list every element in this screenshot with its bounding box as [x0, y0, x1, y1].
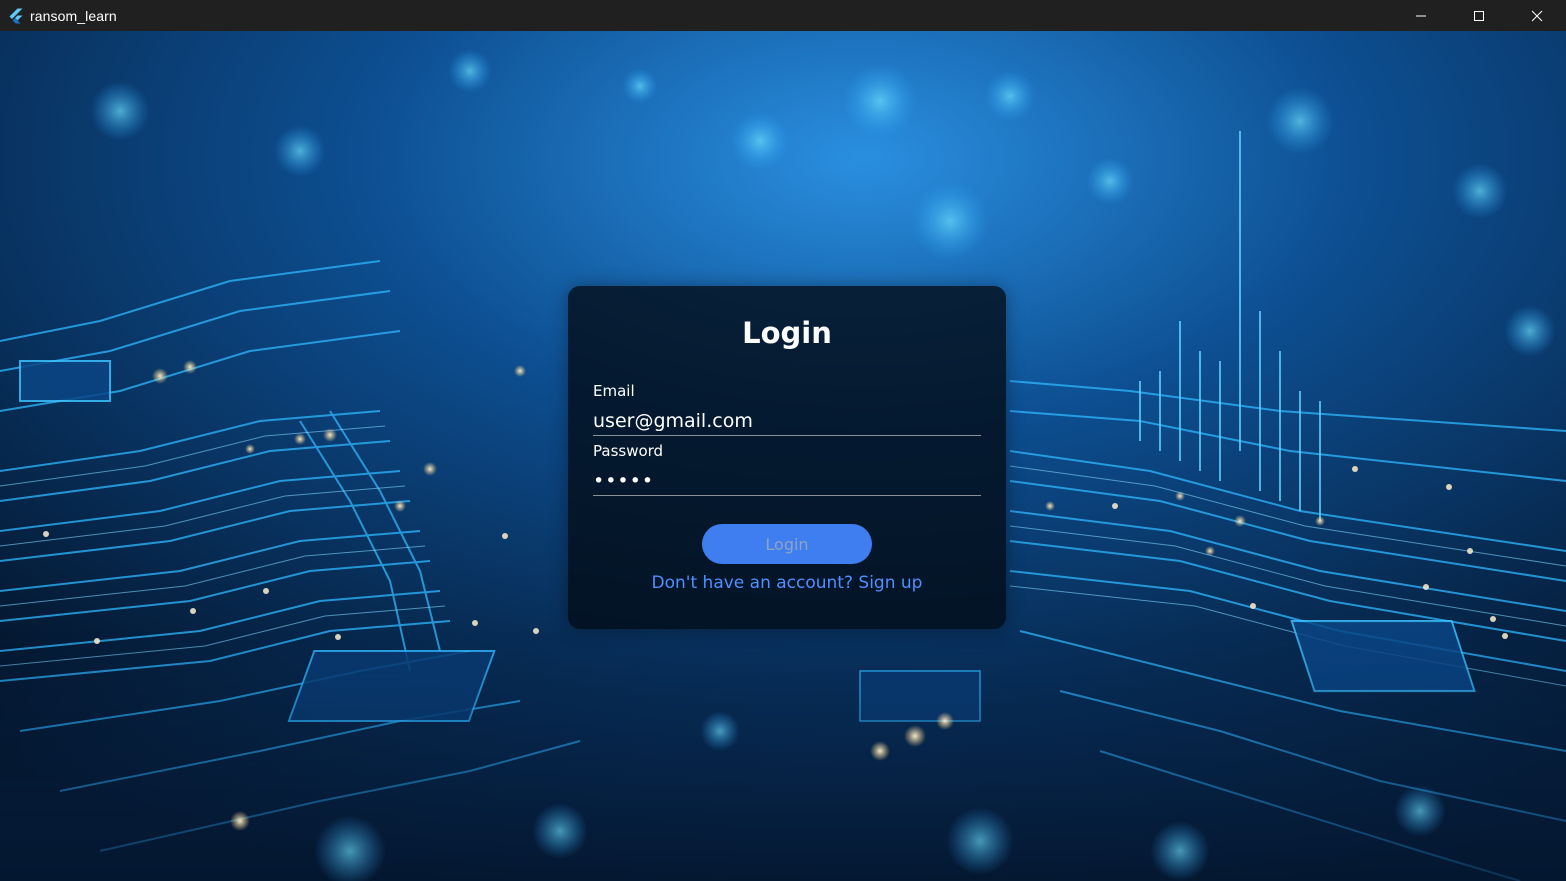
window-controls	[1392, 0, 1566, 31]
close-icon	[1531, 10, 1543, 22]
minimize-icon	[1415, 10, 1427, 22]
close-button[interactable]	[1508, 0, 1566, 31]
password-field[interactable]	[593, 466, 981, 496]
maximize-icon	[1473, 10, 1485, 22]
app-window: ransom_learn Login Email user@gmail.com …	[0, 0, 1566, 881]
login-button[interactable]: Login	[702, 524, 872, 564]
flutter-logo-icon	[8, 8, 24, 24]
login-card: Login Email Password Login Don't have an…	[568, 286, 1006, 629]
password-label: Password	[593, 442, 664, 460]
title-bar[interactable]: ransom_learn	[0, 0, 1566, 31]
maximize-button[interactable]	[1450, 0, 1508, 31]
window-title: ransom_learn	[30, 7, 117, 24]
email-field[interactable]	[593, 406, 981, 436]
minimize-button[interactable]	[1392, 0, 1450, 31]
login-title: Login	[742, 316, 832, 350]
email-label: Email	[593, 382, 635, 400]
signup-link[interactable]: Don't have an account? Sign up	[568, 573, 1006, 593]
